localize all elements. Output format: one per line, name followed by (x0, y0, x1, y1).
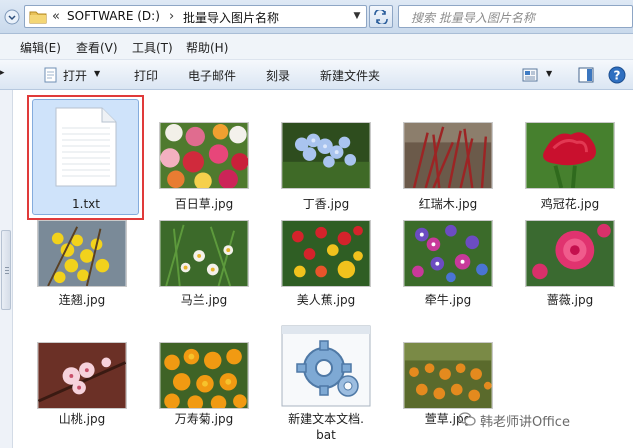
breadcrumb-separator[interactable]: › (169, 9, 174, 24)
zinnia-thumbnail (159, 122, 249, 189)
text-document-icon (55, 107, 117, 187)
file-item-rose[interactable]: 蔷薇.jpg (514, 220, 626, 315)
rose-thumbnail (525, 220, 615, 287)
file-name: 丁香.jpg (302, 197, 350, 211)
forsythia-thumbnail (37, 220, 127, 287)
file-name: 万寿菊.jpg (174, 412, 234, 426)
svg-text:?: ? (614, 69, 621, 83)
address-box[interactable]: « SOFTWARE (D:) › 批量导入图片名称 ▼ (24, 5, 367, 28)
lilac-thumbnail (281, 122, 371, 189)
change-view-icon[interactable] (522, 68, 538, 82)
burn-button[interactable]: 刻录 (266, 67, 290, 84)
menu-edit[interactable]: 编辑(E) (20, 39, 61, 56)
file-name: 马兰.jpg (180, 293, 228, 307)
refresh-button[interactable] (369, 5, 393, 28)
view-dropdown-icon[interactable]: ▼ (546, 69, 552, 78)
file-name: 红瑞木.jpg (418, 197, 478, 211)
toolbar-overflow-icon[interactable]: ▸ (0, 68, 5, 78)
menu-view[interactable]: 查看(V) (76, 39, 118, 56)
wechat-icon (458, 412, 476, 426)
kalimeris-thumbnail (159, 220, 249, 287)
file-name: 牵牛.jpg (424, 293, 472, 307)
open-button[interactable]: 打开 (63, 67, 87, 84)
scrollbar-grip (5, 270, 9, 271)
open-dropdown-icon[interactable]: ▼ (94, 69, 100, 78)
address-bar-strip: « SOFTWARE (D:) › 批量导入图片名称 ▼ 搜索 批量导入图片名称 (0, 0, 633, 34)
file-item-wild-peach[interactable]: 山桃.jpg (26, 342, 138, 437)
file-item-batch[interactable]: 新建文本文档. bat (270, 322, 382, 444)
file-item-cockscomb[interactable]: 鸡冠花.jpg (514, 122, 626, 217)
menu-bar: 编辑(E) 查看(V) 工具(T) 帮助(H) (0, 34, 633, 60)
new-folder-button[interactable]: 新建文件夹 (320, 67, 380, 84)
file-item-forsythia[interactable]: 连翘.jpg (26, 220, 138, 315)
file-name: 蔷薇.jpg (546, 293, 594, 307)
breadcrumb-overflow[interactable]: « (52, 9, 60, 24)
file-name: 鸡冠花.jpg (540, 197, 600, 211)
help-icon[interactable]: ? (608, 66, 626, 84)
scrollbar-grip (5, 273, 9, 274)
wild-peach-thumbnail (37, 342, 127, 409)
file-name: 1.txt (72, 197, 100, 211)
file-item-zinnia[interactable]: 百日草.jpg (148, 122, 260, 217)
file-name: 百日草.jpg (174, 197, 234, 211)
folder-icon (29, 11, 47, 24)
refresh-icon (374, 8, 388, 26)
watermark-text: 韩老师讲Office (480, 415, 570, 430)
file-item-red-dogwood[interactable]: 红瑞木.jpg (392, 122, 504, 217)
scrollbar-grip (5, 267, 9, 268)
email-button[interactable]: 电子邮件 (188, 67, 236, 84)
open-icon (44, 67, 57, 83)
scrollbar-thumb[interactable] (1, 230, 11, 310)
file-item-morning-glory[interactable]: 牵牛.jpg (392, 220, 504, 315)
navigation-pane-edge (0, 90, 13, 448)
file-item-marigold[interactable]: 万寿菊.jpg (148, 342, 260, 437)
recent-pages-dropdown-icon[interactable] (4, 8, 20, 26)
menu-tools[interactable]: 工具(T) (132, 39, 173, 56)
breadcrumb-folder[interactable]: 批量导入图片名称 (183, 9, 279, 26)
breadcrumb-drive[interactable]: SOFTWARE (D:) (67, 9, 160, 23)
address-dropdown-icon[interactable]: ▼ (349, 8, 365, 25)
menu-help[interactable]: 帮助(H) (186, 39, 228, 56)
batch-file-icon (281, 325, 371, 407)
search-input[interactable]: 搜索 批量导入图片名称 (398, 5, 633, 28)
file-name-line2: bat (316, 428, 336, 442)
cockscomb-thumbnail (525, 122, 615, 189)
file-item-kalimeris[interactable]: 马兰.jpg (148, 220, 260, 315)
command-toolbar: ▸ 打开 ▼ 打印 电子邮件 刻录 新建文件夹 ▼ ? (0, 60, 633, 90)
file-item-canna[interactable]: 美人蕉.jpg (270, 220, 382, 315)
preview-pane-icon[interactable] (578, 67, 594, 83)
file-name: 山桃.jpg (58, 412, 106, 426)
print-button[interactable]: 打印 (134, 67, 158, 84)
file-name-line1: 新建文本文档. (288, 412, 364, 426)
file-item-lilac[interactable]: 丁香.jpg (270, 122, 382, 217)
file-name: 美人蕉.jpg (296, 293, 356, 307)
daylily-thumbnail (403, 342, 493, 409)
morning-glory-thumbnail (403, 220, 493, 287)
file-item-1-txt[interactable]: 1.txt (30, 95, 142, 220)
marigold-thumbnail (159, 342, 249, 409)
file-name: 连翘.jpg (58, 293, 106, 307)
red-dogwood-thumbnail (403, 122, 493, 189)
canna-thumbnail (281, 220, 371, 287)
